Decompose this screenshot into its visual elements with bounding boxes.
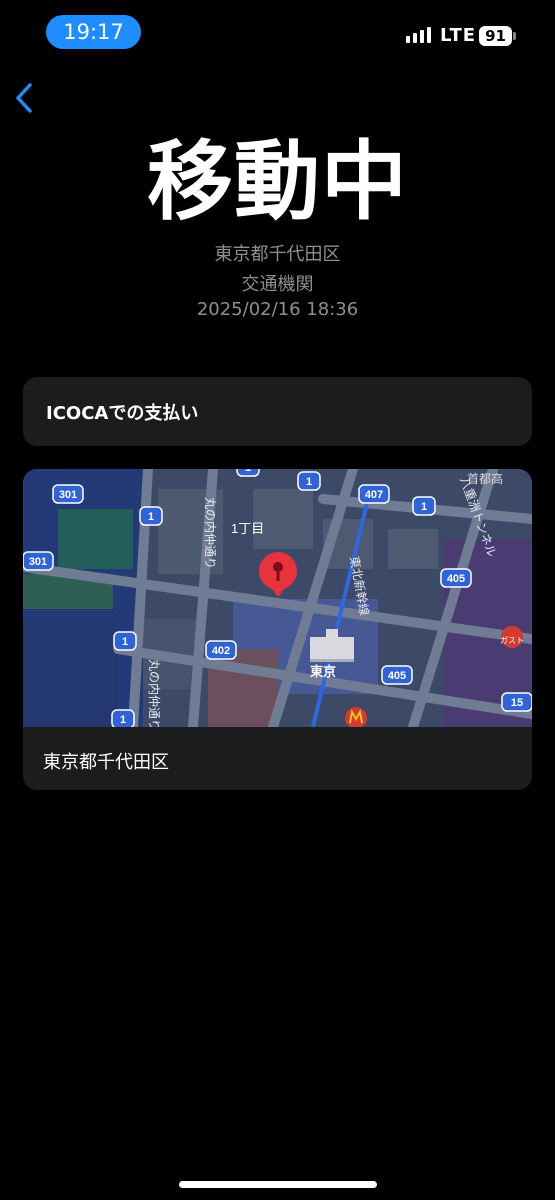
route-shield-label: 15 xyxy=(511,697,523,709)
route-shield: 301 xyxy=(23,551,54,571)
route-shield: 407 xyxy=(358,484,390,504)
page-title: 移動中 xyxy=(147,132,408,232)
route-shield-label: 301 xyxy=(59,489,77,501)
route-shield: 1 xyxy=(111,709,135,727)
map-caption: 東京都千代田区 xyxy=(43,752,169,773)
status-bar: 19:17 LTE 91 xyxy=(0,0,555,64)
payment-card[interactable]: ICOCAでの支払い xyxy=(23,377,532,446)
signal-strength-icon xyxy=(406,27,431,43)
route-shield: 405 xyxy=(381,665,413,685)
route-shield: 301 xyxy=(52,484,84,504)
map-label-restaurant: ガスト xyxy=(500,635,524,645)
route-shield-label: 405 xyxy=(447,573,465,585)
route-shield: 15 xyxy=(501,692,532,712)
route-shield-label: 1 xyxy=(306,476,312,488)
route-shield: 1 xyxy=(236,469,260,477)
map-label-station: 東京 xyxy=(310,664,336,679)
back-button[interactable] xyxy=(8,78,42,118)
map-label-street-a: 丸の内仲通り xyxy=(203,497,217,569)
status-time[interactable]: 19:17 xyxy=(46,15,141,49)
route-shield-label: 407 xyxy=(365,489,383,501)
map-card[interactable]: 1丁目 東京 ガスト 首都高 丸の内仲通り 丸の内仲通り 東北新幹線 八重洲トン… xyxy=(23,469,532,790)
home-indicator[interactable] xyxy=(179,1181,377,1188)
category-text: 交通機関 xyxy=(241,274,314,295)
route-shield-label: 1 xyxy=(421,501,427,513)
route-shield: 1 xyxy=(412,496,436,516)
route-shield: 402 xyxy=(205,640,237,660)
datetime-text: 2025/02/16 18:36 xyxy=(196,299,359,320)
battery-tip xyxy=(513,32,516,40)
route-shield-label: 301 xyxy=(29,556,47,568)
route-shield-label: 1 xyxy=(148,511,154,523)
route-shield-label: 405 xyxy=(388,670,406,682)
network-type: LTE xyxy=(440,25,477,46)
chevron-left-icon xyxy=(16,83,32,113)
route-shield-label: 1 xyxy=(245,469,251,474)
route-shield: 405 xyxy=(440,568,472,588)
route-shield-label: 1 xyxy=(122,636,128,648)
battery-icon: 91 xyxy=(479,26,512,46)
map-view[interactable]: 1丁目 東京 ガスト 首都高 丸の内仲通り 丸の内仲通り 東北新幹線 八重洲トン… xyxy=(23,469,532,727)
route-shield-label: 402 xyxy=(212,645,230,657)
map-label-street-b: 丸の内仲通り xyxy=(147,659,161,727)
route-shield: 1 xyxy=(139,506,163,526)
route-shield-label: 1 xyxy=(120,714,126,726)
map-label-block: 1丁目 xyxy=(231,521,264,536)
route-shield: 1 xyxy=(297,471,321,491)
location-text: 東京都千代田区 xyxy=(214,244,341,265)
route-shield: 1 xyxy=(113,631,137,651)
payment-label: ICOCAでの支払い xyxy=(46,403,199,424)
